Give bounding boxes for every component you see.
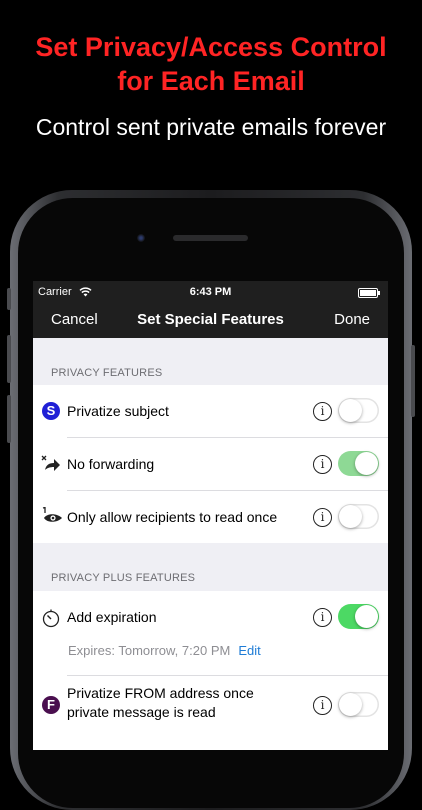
done-button[interactable]: Done bbox=[334, 311, 370, 328]
info-icon[interactable]: i bbox=[313, 696, 332, 715]
row-privatize-subject[interactable]: S Privatize subject i bbox=[33, 385, 388, 437]
info-icon[interactable]: i bbox=[313, 508, 332, 527]
privacy-plus-features-group: Add expiration i Expires: Tomorrow, 7:20… bbox=[33, 591, 388, 750]
row-label-line2: private message is read bbox=[67, 704, 216, 720]
expiration-toggle[interactable] bbox=[338, 604, 379, 629]
row-label: Privatize FROM address once private mess… bbox=[67, 684, 254, 722]
row-label: Privatize subject bbox=[67, 403, 169, 419]
privatize-from-icon: F bbox=[42, 696, 60, 714]
phone-volume-down bbox=[7, 395, 11, 443]
section-header-privacy-plus: PRIVACY PLUS FEATURES bbox=[51, 572, 196, 584]
no-forwarding-toggle[interactable] bbox=[338, 451, 379, 476]
read-once-icon bbox=[42, 507, 62, 522]
privatize-subject-toggle[interactable] bbox=[338, 398, 379, 423]
info-icon[interactable]: i bbox=[313, 402, 332, 421]
promo-headline-line1: Set Privacy/Access Control bbox=[35, 32, 387, 62]
promo-subheadline: Control sent private emails forever bbox=[35, 114, 387, 140]
speaker-grille bbox=[173, 235, 248, 241]
navigation-bar: Carrier 6:43 PM Cancel Set Special Featu… bbox=[33, 281, 388, 338]
timer-icon bbox=[42, 609, 60, 628]
privatize-subject-icon: S bbox=[42, 402, 60, 420]
section-header-privacy: PRIVACY FEATURES bbox=[51, 367, 163, 379]
row-no-forwarding[interactable]: No forwarding i bbox=[33, 438, 388, 490]
row-label: Only allow recipients to read once bbox=[67, 509, 278, 525]
row-label-line1: Privatize FROM address once bbox=[67, 685, 254, 701]
expiration-detail: Expires: Tomorrow, 7:20 PM Edit bbox=[68, 643, 261, 658]
phone-volume-up bbox=[7, 335, 11, 383]
row-label: No forwarding bbox=[67, 456, 155, 472]
battery-icon bbox=[358, 288, 380, 298]
privatize-from-toggle[interactable] bbox=[338, 692, 379, 717]
phone-power-button bbox=[411, 345, 415, 417]
edit-expiration-link[interactable]: Edit bbox=[238, 643, 260, 658]
row-read-once[interactable]: Only allow recipients to read once i bbox=[33, 491, 388, 543]
status-time: 6:43 PM bbox=[189, 286, 232, 298]
read-once-toggle[interactable] bbox=[338, 504, 379, 529]
info-icon[interactable]: i bbox=[313, 455, 332, 474]
row-add-expiration[interactable]: Add expiration i Expires: Tomorrow, 7:20… bbox=[33, 591, 388, 675]
row-label: Add expiration bbox=[67, 609, 157, 625]
app-screen: Carrier 6:43 PM Cancel Set Special Featu… bbox=[33, 281, 388, 750]
info-icon[interactable]: i bbox=[313, 608, 332, 627]
no-forwarding-icon bbox=[41, 455, 60, 471]
promo-headline-line2: for Each Email bbox=[117, 66, 305, 96]
phone-mute-switch bbox=[7, 288, 11, 310]
expiration-date: Expires: Tomorrow, 7:20 PM bbox=[68, 643, 231, 658]
camera-icon bbox=[137, 234, 145, 242]
privacy-features-group: S Privatize subject i No forwarding i On… bbox=[33, 385, 388, 543]
row-privatize-from[interactable]: F Privatize FROM address once private me… bbox=[33, 676, 388, 736]
